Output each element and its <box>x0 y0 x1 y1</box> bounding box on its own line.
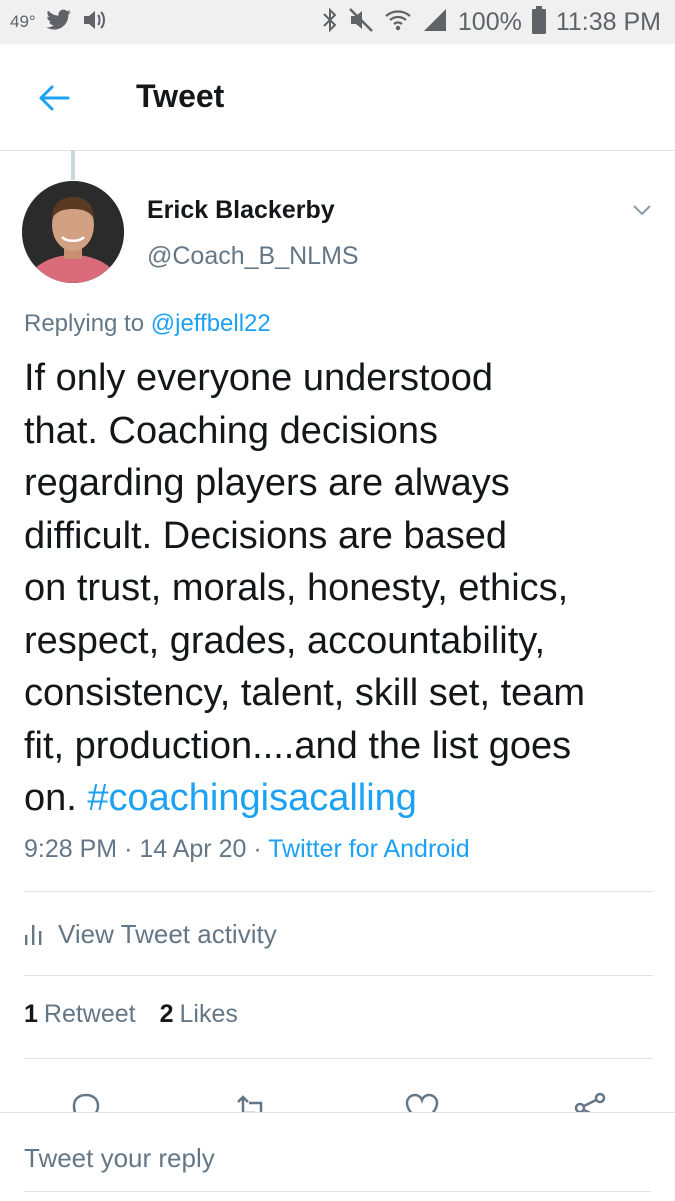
thread-connector <box>71 150 75 180</box>
author-name[interactable]: Erick Blackerby <box>147 196 335 225</box>
status-right: 100% 11:38 PM <box>322 0 661 44</box>
bluetooth-icon <box>322 7 338 38</box>
tweet-body: If only everyone understood that. Coachi… <box>24 357 586 819</box>
activity-label: View Tweet activity <box>58 918 277 949</box>
author-handle[interactable]: @Coach_B_NLMS <box>147 242 359 271</box>
reply-placeholder: Tweet your reply <box>24 1142 215 1173</box>
retweet-count: 1 <box>24 1000 38 1028</box>
heart-icon <box>405 1093 439 1112</box>
status-bar: 49° 100% 11:38 PM <box>0 0 675 44</box>
temperature: 49° <box>10 12 36 31</box>
retweet-count-link[interactable]: 1 Retweet <box>24 1000 136 1029</box>
reply-bar: Tweet your reply <box>0 1112 675 1201</box>
page-title: Tweet <box>136 78 225 114</box>
meta-separator: · <box>253 835 262 863</box>
arrow-left-icon <box>39 85 70 111</box>
tweet-text: If only everyone understood that. Coachi… <box>24 352 654 825</box>
volume-icon <box>82 9 106 36</box>
divider <box>24 975 653 976</box>
status-left: 49° <box>10 0 106 44</box>
back-button[interactable] <box>30 74 78 122</box>
meta-separator: · <box>124 835 133 863</box>
likes-count-link[interactable]: 2 Likes <box>160 1000 238 1029</box>
replying-prefix: Replying to <box>24 310 145 337</box>
replying-to: Replying to @jeffbell22 <box>24 310 271 338</box>
battery-percent: 100% <box>457 7 522 36</box>
tweet-meta: 9:28 PM · 14 Apr 20 · Twitter for Androi… <box>24 835 470 864</box>
like-count: 2 <box>159 1000 174 1028</box>
signal-icon <box>422 7 448 38</box>
mute-icon <box>348 7 374 38</box>
app-bar: Tweet <box>0 44 675 151</box>
reply-input[interactable]: Tweet your reply <box>24 1129 651 1192</box>
reply-icon <box>72 1093 100 1112</box>
wifi-icon <box>384 7 412 38</box>
reply-mention-link[interactable]: @jeffbell22 <box>151 310 271 337</box>
action-bar <box>0 1082 675 1112</box>
retweet-button[interactable] <box>232 1088 272 1112</box>
avatar[interactable] <box>22 181 124 283</box>
tweet-time: 9:28 PM <box>24 835 118 863</box>
clock: 11:38 PM <box>555 7 661 36</box>
battery-icon <box>531 5 546 39</box>
divider <box>24 1058 653 1059</box>
hashtag-link[interactable]: #coachingisacalling <box>87 777 417 819</box>
like-button[interactable] <box>402 1088 442 1112</box>
tweet-menu-button[interactable] <box>626 196 658 224</box>
tweet-source-link[interactable]: Twitter for Android <box>268 835 469 863</box>
divider <box>24 891 653 892</box>
share-button[interactable] <box>570 1088 610 1112</box>
tweet-date: 14 Apr 20 <box>139 835 247 863</box>
share-icon <box>574 1092 606 1112</box>
chevron-down-icon <box>633 205 651 216</box>
retweet-label: Retweet <box>43 1000 136 1028</box>
twitter-bird-icon <box>46 9 72 36</box>
view-activity-button[interactable]: View Tweet activity <box>24 912 277 956</box>
likes-label: Likes <box>179 1000 238 1028</box>
engagement-counts: 1 Retweet 2 Likes <box>24 1000 238 1029</box>
bar-chart-icon <box>25 925 42 945</box>
reply-button[interactable] <box>66 1088 106 1112</box>
retweet-icon <box>237 1095 263 1112</box>
